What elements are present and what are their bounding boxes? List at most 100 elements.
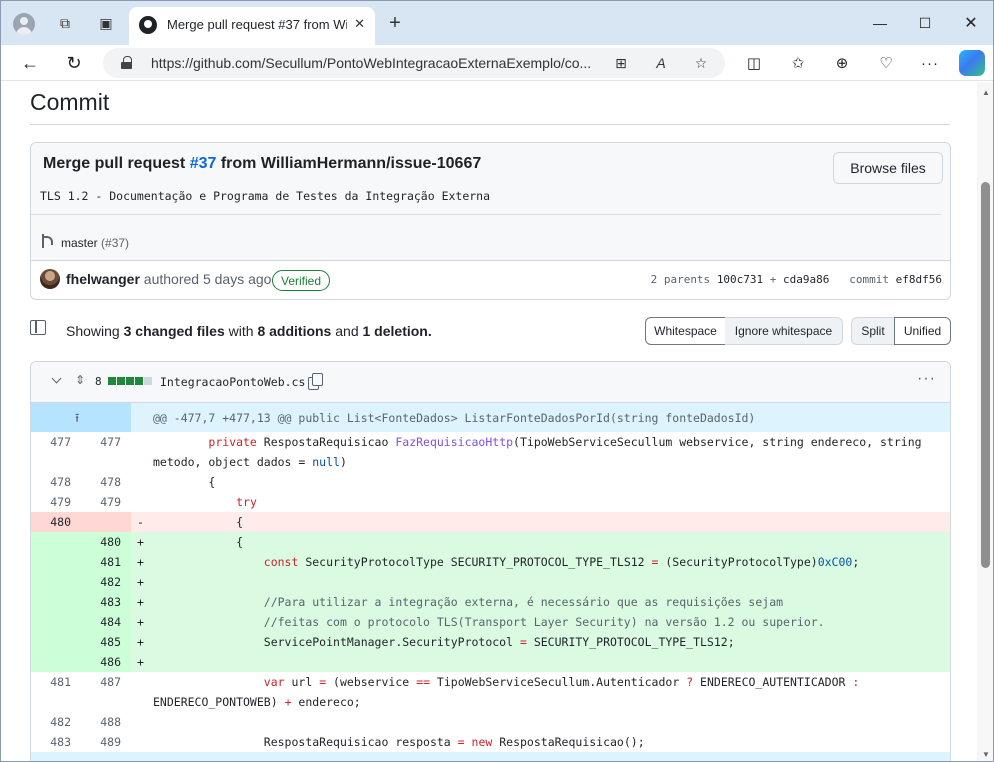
split-view-button[interactable]: Split (851, 317, 895, 345)
old-line-number[interactable]: 483 (31, 732, 81, 752)
parents-plus: + (763, 273, 784, 286)
code-line: //Para utilizar a integração externa, é … (263, 595, 784, 609)
workspaces-icon[interactable]: ⧉ (55, 13, 75, 33)
old-line-number[interactable]: 481 (31, 672, 81, 712)
ignore-whitespace-button[interactable]: Ignore whitespace (725, 317, 843, 345)
table-row: 483 489 RespostaRequisicao resposta = new… (31, 732, 950, 752)
unified-view-button[interactable]: Unified (894, 317, 951, 345)
old-line-number[interactable] (31, 592, 81, 612)
branch-info: master (#37) (61, 236, 129, 250)
scrollbar[interactable]: ▲ ▼ (977, 82, 993, 761)
added-line: 484 + //feitas com o protocolo TLS(Transp… (31, 612, 950, 632)
plus-icon[interactable]: + (385, 12, 405, 34)
copy-icon[interactable] (308, 373, 323, 390)
kebab-menu-icon[interactable]: ··· (917, 370, 936, 388)
old-line-number[interactable]: 477 (31, 432, 81, 472)
star-icon[interactable]: ☆ (691, 53, 711, 73)
old-line-number[interactable] (31, 552, 81, 572)
new-line-number[interactable]: 489 (81, 732, 131, 752)
summary-text: Showing (66, 323, 124, 339)
new-line-number[interactable]: 487 (81, 672, 131, 712)
old-line-number[interactable] (31, 532, 81, 552)
old-line-number[interactable]: 479 (31, 492, 81, 512)
minimize-icon[interactable]: — (865, 11, 895, 35)
branch-ref[interactable]: (#37) (98, 236, 129, 250)
url-text[interactable]: https://github.com/Secullum/PontoWebInte… (151, 55, 601, 71)
old-line-number[interactable]: 478 (31, 472, 81, 492)
new-line-number[interactable]: 478 (81, 472, 131, 492)
profile-icon[interactable] (13, 13, 35, 35)
file-name[interactable]: IntegracaoPontoWeb.cs (160, 375, 305, 389)
browse-files-button[interactable]: Browse files (833, 152, 943, 184)
expand-up-icon[interactable]: ⭱ (75, 409, 79, 430)
code-line: { (153, 535, 244, 549)
parent-sha-1[interactable]: 100c731 (717, 273, 763, 286)
table-row: 477 477 private RespostaRequisicao FazReq… (31, 432, 950, 472)
commit-title-prefix: Merge pull request (43, 155, 190, 172)
expand-icon[interactable]: ⇕ (75, 373, 85, 387)
scroll-down-icon[interactable]: ▼ (982, 750, 990, 759)
new-line-number[interactable]: 481 (81, 552, 131, 572)
app-available-icon[interactable]: ⊞ (611, 53, 631, 73)
hunk-header: ⭱ @@ -477,7 +477,13 @@ public List<Fonte… (31, 403, 950, 432)
scroll-up-icon[interactable]: ▲ (982, 88, 990, 97)
copilot-icon[interactable] (959, 50, 985, 76)
old-line-number[interactable] (31, 572, 81, 592)
diffstat-block (117, 377, 125, 385)
new-line-number[interactable]: 483 (81, 592, 131, 612)
read-aloud-icon[interactable]: A (651, 53, 671, 73)
scrollbar-thumb[interactable] (981, 182, 990, 568)
new-line-number[interactable]: 479 (81, 492, 131, 512)
whitespace-button[interactable]: Whitespace (645, 317, 726, 345)
table-row: 479 479 try (31, 492, 950, 512)
new-line-number[interactable]: 480 (81, 532, 131, 552)
commit-sha: ef8df56 (895, 273, 942, 286)
close-icon[interactable]: ✕ (354, 16, 365, 32)
added-line: 483 + //Para utilizar a integração extern… (31, 592, 950, 612)
verified-badge[interactable]: Verified (272, 270, 331, 291)
file-tree-toggle-icon[interactable] (30, 320, 46, 335)
new-line-number[interactable]: 486 (81, 652, 131, 672)
chevron-down-icon[interactable] (51, 374, 63, 386)
changed-files-label: changed files (131, 323, 225, 339)
old-line-number[interactable]: 482 (31, 712, 81, 732)
refresh-icon[interactable]: ↻ (62, 51, 86, 75)
old-line-number[interactable] (31, 612, 81, 632)
branch-name[interactable]: master (61, 236, 98, 250)
old-line-number[interactable]: 480 (31, 512, 81, 532)
code-line: RespostaRequisicao resposta = new Respos… (153, 735, 645, 749)
author-name[interactable]: fhelwanger (66, 271, 140, 287)
table-row: 482 488 (31, 712, 950, 732)
diffstat-block (144, 377, 152, 385)
back-arrow-icon[interactable]: ← (18, 51, 42, 75)
ellipsis-icon[interactable]: ··· (918, 51, 942, 75)
window-close-icon[interactable]: ✕ (956, 11, 986, 35)
heart-icon[interactable]: ♡ (874, 51, 898, 75)
new-line-number[interactable]: 482 (81, 572, 131, 592)
new-line-number[interactable]: 484 (81, 612, 131, 632)
avatar[interactable] (40, 269, 60, 289)
expand-hunk[interactable]: ⭱ (31, 403, 131, 432)
maximize-icon[interactable]: ☐ (910, 11, 940, 35)
lock-icon[interactable] (121, 56, 132, 69)
new-line-number[interactable]: 485 (81, 632, 131, 652)
collections-icon[interactable]: ⊕ (830, 51, 854, 75)
diff-marker: + (137, 615, 144, 629)
hunk-expander[interactable] (31, 752, 950, 761)
new-line-number[interactable]: 477 (81, 432, 131, 472)
parent-sha-2[interactable]: cda9a86 (783, 273, 829, 286)
old-line-number[interactable] (31, 632, 81, 652)
code-line: ServicePointManager.SecurityProtocol = S… (153, 635, 735, 649)
browser-tab[interactable]: Merge pull request #37 from Willi ✕ (129, 7, 375, 45)
authored-time: authored 5 days ago (139, 271, 272, 287)
old-line-number[interactable] (31, 652, 81, 672)
split-screen-icon[interactable]: ◫ (742, 51, 766, 75)
tab-actions-icon[interactable]: ▣ (96, 13, 116, 33)
new-line-number[interactable] (81, 512, 131, 532)
new-line-number[interactable]: 488 (81, 712, 131, 732)
pr-link[interactable]: #37 (190, 155, 217, 172)
address-bar[interactable]: https://github.com/Secullum/PontoWebInte… (103, 48, 725, 78)
commit-title: Merge pull request #37 from WilliamHerma… (43, 155, 481, 173)
diff-marker: + (137, 555, 144, 569)
favorites-icon[interactable]: ✩ (786, 51, 810, 75)
